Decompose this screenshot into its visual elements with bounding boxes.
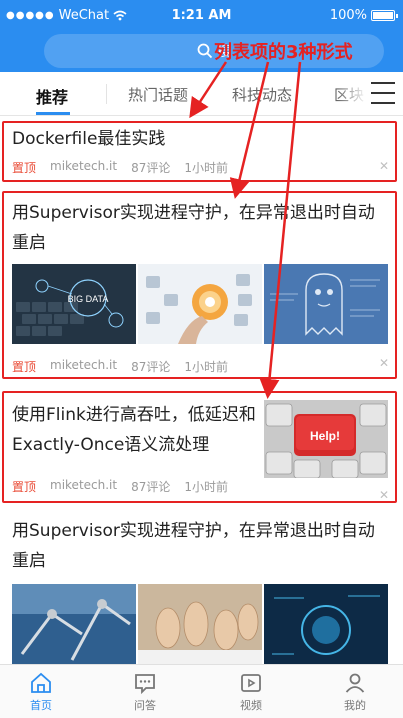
- help-key-text: Help!: [310, 429, 340, 443]
- active-tab-indicator: [36, 112, 70, 115]
- thumbnail-image: Help!: [264, 400, 388, 478]
- pinned-badge: 置顶: [12, 480, 37, 494]
- nav-me-label: 我的: [344, 699, 366, 712]
- user-icon: [345, 673, 365, 693]
- thumbnail-image: [138, 264, 262, 344]
- category-tabs: 推荐 热门话题 科技动态 区块: [0, 72, 403, 116]
- list-item[interactable]: 用Supervisor实现进程守护，在异常退出时自动重启 BIG DATA 置顶…: [0, 194, 403, 378]
- annotation-label: 列表项的3种形式: [214, 42, 353, 63]
- battery-status: 100%: [329, 8, 398, 23]
- item-time: 1小时前: [184, 360, 229, 374]
- status-bar: ●●●●● WeChat 1:21 AM 100%: [0, 0, 403, 32]
- dismiss-icon[interactable]: ✕: [379, 356, 389, 370]
- list-item[interactable]: 使用Flink进行高吞吐，低延迟和Exactly-Once语义流处理 Help!…: [0, 394, 403, 502]
- item-meta: 置顶 miketech.it 87评论 1小时前: [12, 478, 228, 495]
- nav-qa-label: 问答: [134, 699, 156, 712]
- item-title: 使用Flink进行高吞吐，低延迟和Exactly-Once语义流处理: [12, 405, 256, 455]
- item-source: miketech.it: [50, 159, 118, 173]
- item-time: 1小时前: [184, 480, 229, 494]
- battery-icon: [371, 10, 398, 21]
- tab-divider: [106, 84, 107, 104]
- video-icon: [241, 674, 261, 692]
- thumbnail-image: [264, 584, 388, 664]
- dismiss-icon[interactable]: ✕: [379, 488, 389, 502]
- tab-tech-news[interactable]: 科技动态: [232, 84, 292, 105]
- nav-qa[interactable]: 问答: [120, 671, 170, 713]
- item-title: 用Supervisor实现进程守护，在异常退出时自动重启: [12, 203, 375, 253]
- tabs-fade: [337, 72, 367, 115]
- item-time: 1小时前: [184, 161, 229, 175]
- battery-percent: 100%: [329, 8, 367, 23]
- tab-hot-topics[interactable]: 热门话题: [128, 84, 188, 105]
- nav-video-label: 视频: [240, 699, 262, 712]
- list-item[interactable]: Dockerfile最佳实践 置顶 miketech.it 87评论 1小时前 …: [0, 122, 403, 182]
- dismiss-icon[interactable]: ✕: [379, 159, 389, 173]
- list-item[interactable]: 用Supervisor实现进程守护，在异常退出时自动重启: [0, 514, 403, 664]
- search-icon: [197, 43, 213, 59]
- pinned-badge: 置顶: [12, 161, 37, 175]
- item-comments: 87评论: [131, 480, 171, 494]
- item-source: miketech.it: [50, 478, 118, 492]
- thumbnail-image: [138, 584, 262, 664]
- nav-me[interactable]: 我的: [330, 671, 380, 713]
- menu-icon[interactable]: [371, 82, 395, 104]
- tab-recommend[interactable]: 推荐: [36, 84, 68, 108]
- item-title: 用Supervisor实现进程守护，在异常退出时自动重启: [12, 521, 375, 571]
- home-icon: [31, 672, 51, 693]
- item-comments: 87评论: [131, 360, 171, 374]
- svg-text:BIG DATA: BIG DATA: [68, 294, 109, 304]
- bottom-navigation: 首页 问答 视频 我的: [0, 664, 403, 718]
- nav-home[interactable]: 首页: [16, 671, 66, 713]
- thumbnail-image: [12, 584, 136, 664]
- nav-video[interactable]: 视频: [226, 671, 276, 713]
- item-source: miketech.it: [50, 358, 118, 372]
- item-title: Dockerfile最佳实践: [12, 129, 166, 149]
- nav-home-label: 首页: [30, 699, 52, 712]
- item-comments: 87评论: [131, 161, 171, 175]
- qa-icon: [135, 674, 155, 695]
- pinned-badge: 置顶: [12, 360, 37, 374]
- thumbnail-image: BIG DATA: [12, 264, 136, 344]
- thumbnail-image: [264, 264, 388, 344]
- item-meta: 置顶 miketech.it 87评论 1小时前: [12, 358, 228, 375]
- item-meta: 置顶 miketech.it 87评论 1小时前: [12, 159, 228, 176]
